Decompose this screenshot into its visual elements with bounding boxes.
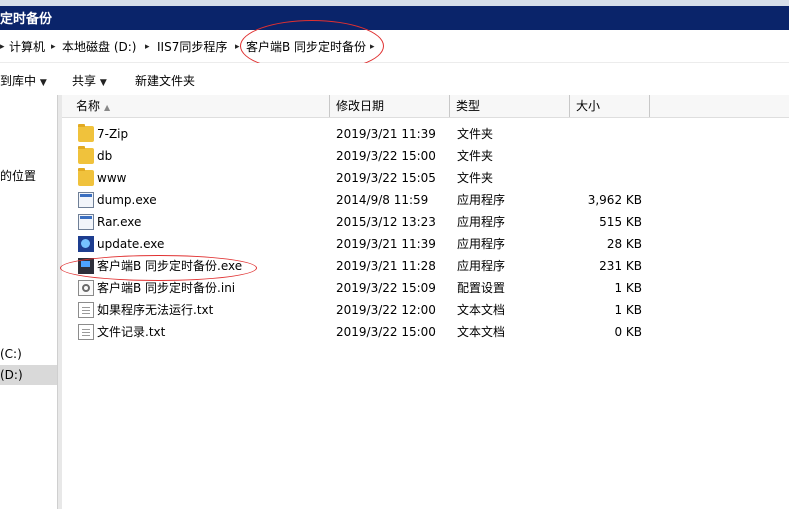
file-name: update.exe (97, 237, 165, 251)
address-bar[interactable]: ▸ 计算机 ▸ 本地磁盘 (D:) ▸ IIS7同步程序 ▸ 客户端B 同步定时… (0, 30, 789, 63)
file-size: 231 KB (599, 259, 642, 273)
file-size (542, 167, 642, 189)
breadcrumb-drive-d[interactable]: 本地磁盘 (D:) (62, 38, 136, 55)
column-header: 名称 ▲ 修改日期 类型 大小 (62, 95, 789, 118)
file-size: 1 KB (614, 303, 642, 317)
file-date: 2019/3/22 15:09 (336, 281, 436, 295)
command-toolbar: 到库中 ▼ 共享 ▼ 新建文件夹 (0, 63, 789, 95)
file-date: 2019/3/22 15:00 (336, 325, 436, 339)
file-type: 文件夹 (457, 149, 494, 163)
file-date: 2015/3/12 13:23 (336, 215, 436, 229)
file-row[interactable]: 文件记录.txt 2019/3/22 15:00 文本文档 0 KB (62, 321, 789, 343)
file-name: dump.exe (97, 193, 157, 207)
file-size: 28 KB (606, 237, 642, 251)
file-size: 1 KB (614, 281, 642, 295)
file-date: 2019/3/22 15:05 (336, 171, 436, 185)
file-size (542, 123, 642, 145)
update-icon (78, 236, 94, 252)
column-type[interactable]: 类型 (450, 95, 570, 117)
settings-file-icon (78, 280, 94, 296)
breadcrumb-computer[interactable]: 计算机 (9, 38, 45, 55)
file-date: 2019/3/21 11:39 (336, 127, 436, 141)
navigation-pane: 的位置 (C:) (D:) (0, 95, 58, 509)
new-folder-button[interactable]: 新建文件夹 (135, 72, 195, 89)
exe-icon (78, 192, 94, 208)
nav-drive-d-label: (D:) (0, 368, 23, 382)
file-name: 文件记录.txt (97, 325, 166, 339)
window-titlebar: 定时备份 (0, 0, 789, 30)
include-library-label: 到库中 (0, 74, 37, 88)
column-name[interactable]: 名称 ▲ (62, 95, 330, 117)
share-label: 共享 (72, 74, 97, 88)
folder-icon (78, 168, 94, 186)
chevron-right-icon[interactable]: ▸ (51, 38, 56, 52)
text-file-icon (78, 302, 94, 318)
breadcrumb-separator-icon[interactable]: ▸ (0, 38, 5, 52)
chevron-down-icon: ▼ (39, 78, 47, 88)
nav-drive-c[interactable]: (C:) (0, 347, 22, 361)
column-size[interactable]: 大小 (570, 95, 650, 117)
file-type: 应用程序 (457, 259, 506, 273)
file-row[interactable]: 7-Zip 2019/3/21 11:39 文件夹 (62, 123, 789, 145)
nav-drive-d[interactable]: (D:) (0, 365, 57, 385)
share-button[interactable]: 共享 ▼ (72, 72, 107, 89)
column-date[interactable]: 修改日期 (330, 95, 450, 117)
file-row[interactable]: Rar.exe 2015/3/12 13:23 应用程序 515 KB (62, 211, 789, 233)
folder-icon (78, 124, 94, 142)
file-size: 3,962 KB (587, 193, 642, 207)
file-row[interactable]: db 2019/3/22 15:00 文件夹 (62, 145, 789, 167)
exe-icon (78, 214, 94, 230)
include-in-library-button[interactable]: 到库中 ▼ (0, 72, 47, 89)
file-date: 2019/3/21 11:39 (336, 237, 436, 251)
file-date: 2019/3/21 11:28 (336, 259, 436, 273)
file-row[interactable]: 如果程序无法运行.txt 2019/3/22 12:00 文本文档 1 KB (62, 299, 789, 321)
titlebar-band (0, 6, 789, 30)
file-name: 7-Zip (97, 127, 129, 141)
chevron-right-icon[interactable]: ▸ (145, 38, 150, 52)
file-name: www (97, 171, 127, 185)
file-type: 文件夹 (457, 127, 494, 141)
file-name: 如果程序无法运行.txt (97, 303, 214, 317)
chevron-down-icon: ▼ (99, 78, 107, 88)
file-type: 文本文档 (457, 303, 506, 317)
file-row[interactable]: dump.exe 2014/9/8 11:59 应用程序 3,962 KB (62, 189, 789, 211)
file-type: 应用程序 (457, 237, 506, 251)
sort-arrow-icon: ▲ (104, 103, 111, 112)
text-file-icon (78, 324, 94, 340)
file-row[interactable]: update.exe 2019/3/21 11:39 应用程序 28 KB (62, 233, 789, 255)
file-type: 配置设置 (457, 281, 506, 295)
annotation-ellipse (60, 255, 257, 281)
file-row[interactable]: www 2019/3/22 15:05 文件夹 (62, 167, 789, 189)
file-date: 2019/3/22 15:00 (336, 149, 436, 163)
nav-recent-places[interactable]: 的位置 (0, 167, 36, 184)
file-date: 2014/9/8 11:59 (336, 193, 429, 207)
window-title: 定时备份 (0, 12, 53, 27)
chevron-right-icon[interactable]: ▸ (235, 38, 240, 52)
file-type: 应用程序 (457, 215, 506, 229)
folder-icon (78, 146, 94, 164)
file-date: 2019/3/22 12:00 (336, 303, 436, 317)
column-name-label: 名称 (76, 99, 101, 113)
file-size: 0 KB (614, 325, 642, 339)
file-size: 515 KB (599, 215, 642, 229)
file-name: Rar.exe (97, 215, 142, 229)
file-type: 应用程序 (457, 193, 506, 207)
file-name: db (97, 149, 113, 163)
breadcrumb-iis7-sync[interactable]: IIS7同步程序 (157, 38, 227, 55)
file-type: 文本文档 (457, 325, 506, 339)
file-type: 文件夹 (457, 171, 494, 185)
file-list: 名称 ▲ 修改日期 类型 大小 7-Zip 2019/3/21 11:39 文件夹… (62, 95, 789, 509)
file-size (542, 145, 642, 167)
